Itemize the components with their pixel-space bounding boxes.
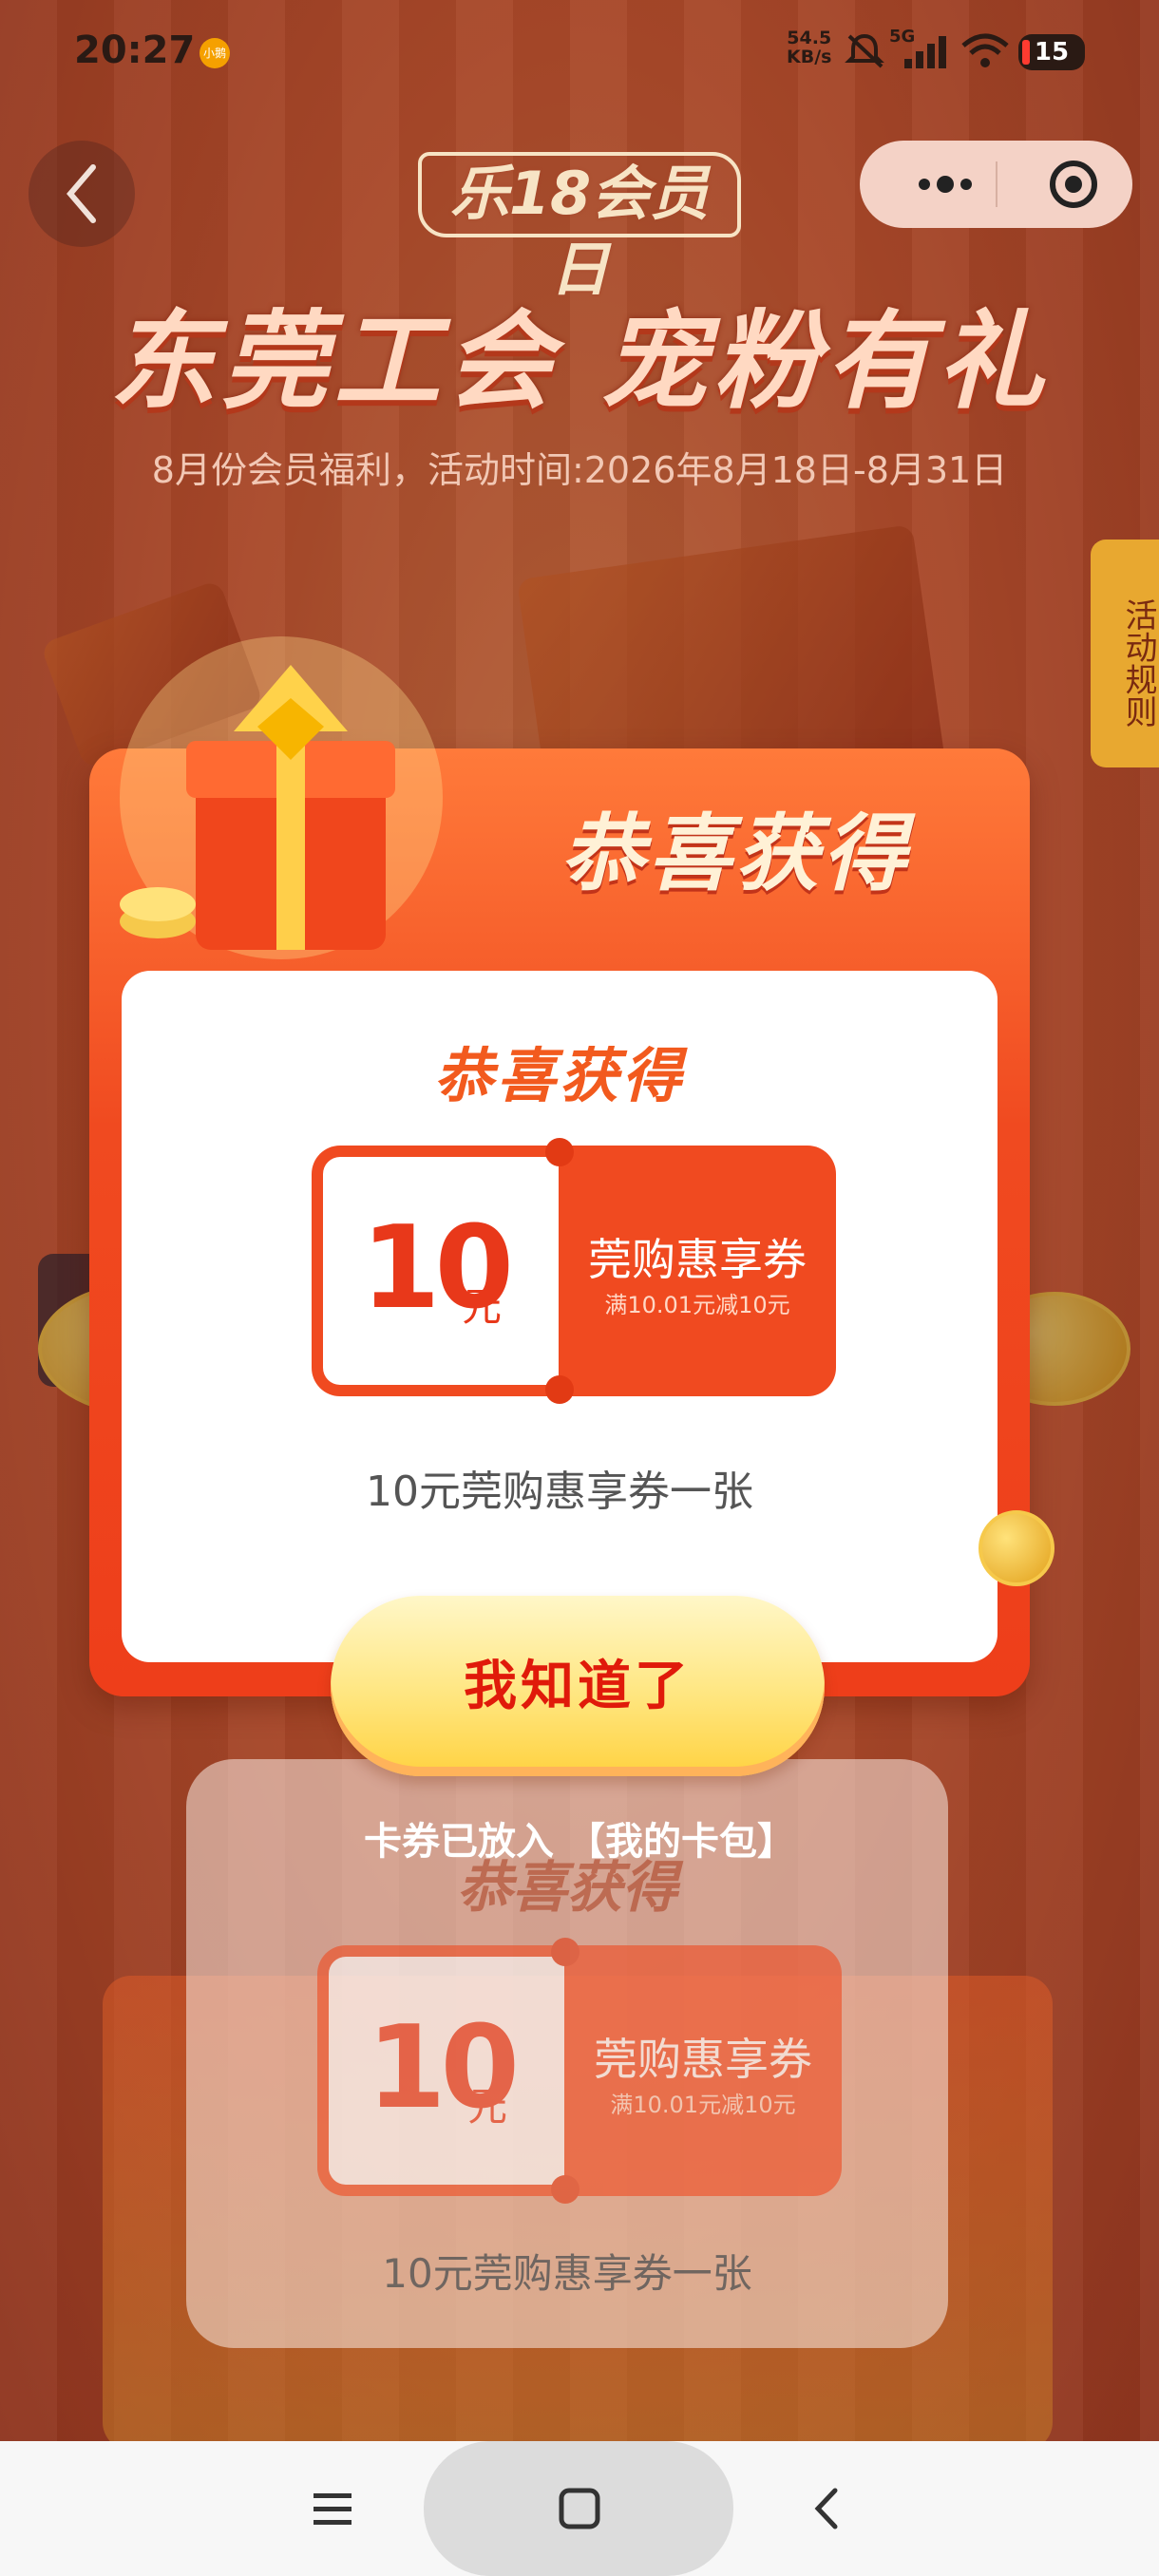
target-icon xyxy=(1050,161,1097,208)
popup-inner-title: 恭喜获得 xyxy=(433,1041,685,1110)
app-notification-icon: 小鹅 xyxy=(200,38,230,68)
got-it-button[interactable]: 我知道了 xyxy=(331,1596,825,1776)
gift-box-icon xyxy=(120,636,443,959)
status-time: 20:27 xyxy=(74,28,196,72)
menu-button[interactable] xyxy=(285,2441,380,2576)
mini-program-capsule xyxy=(860,141,1132,228)
back-icon xyxy=(66,164,96,223)
network-speed-unit: KB/s xyxy=(787,47,832,67)
back-button[interactable] xyxy=(28,141,135,247)
mute-icon xyxy=(845,33,884,68)
event-logo: 乐18会员日 xyxy=(418,152,741,304)
coupon-saved-tip: 卡券已放入 【我的卡包】 xyxy=(364,1820,795,1864)
coupon-notch xyxy=(545,1138,574,1166)
more-icon xyxy=(919,176,972,193)
coin-decoration xyxy=(978,1510,1054,1586)
battery-indicator: 15 xyxy=(1018,34,1085,70)
more-button[interactable] xyxy=(898,141,993,228)
popup-content-card: 恭喜获得 10 元 莞购惠享券 满10.01元减10元 10元莞购惠享券一张 xyxy=(122,971,998,1662)
main-title: 东莞工会 宠粉有礼 xyxy=(109,300,1050,424)
status-bar: 20:27 小鹅 54.5 KB/s 5G 15 xyxy=(0,0,1159,104)
coupon-unit: 元 xyxy=(462,1283,503,1330)
rules-tab[interactable]: 活动规则 xyxy=(1091,540,1159,767)
prize-description: 10元莞购惠享券一张 xyxy=(366,1468,753,1516)
menu-icon xyxy=(314,2493,352,2525)
coupon-notch xyxy=(551,1938,580,1966)
capsule-divider xyxy=(996,161,998,207)
prize-coupon: 10 元 莞购惠享券 满10.01元减10元 xyxy=(312,1138,836,1404)
nav-back-button[interactable] xyxy=(779,2441,874,2576)
signal-icon xyxy=(904,36,946,68)
coupon-name: 莞购惠享券 xyxy=(594,2034,812,2085)
coupon-rule: 满10.01元减10元 xyxy=(610,2092,796,2118)
coupon-unit: 元 xyxy=(467,2083,508,2130)
background-coupon: 10 元 莞购惠享券 满10.01元减10元 xyxy=(317,1938,842,2204)
coupon-notch xyxy=(551,2175,580,2204)
close-mini-program-button[interactable] xyxy=(1040,141,1107,228)
event-subtitle: 8月份会员福利，活动时间:2026年8月18日-8月31日 xyxy=(151,449,1008,491)
coupon-rule: 满10.01元减10元 xyxy=(604,1292,790,1318)
home-button[interactable] xyxy=(532,2441,627,2576)
popup-heading: 恭喜获得 xyxy=(560,805,910,902)
network-speed: 54.5 KB/s xyxy=(787,28,831,66)
coupon-name: 莞购惠享券 xyxy=(588,1234,807,1285)
network-speed-value: 54.5 xyxy=(787,28,832,48)
system-navigation-bar xyxy=(0,2441,1159,2576)
nav-back-icon xyxy=(814,2488,838,2529)
background-card-description: 10元莞购惠享券一张 xyxy=(382,2250,752,2297)
coupon-notch xyxy=(545,1375,574,1404)
wifi-icon xyxy=(961,33,1009,67)
home-icon xyxy=(559,2488,600,2529)
